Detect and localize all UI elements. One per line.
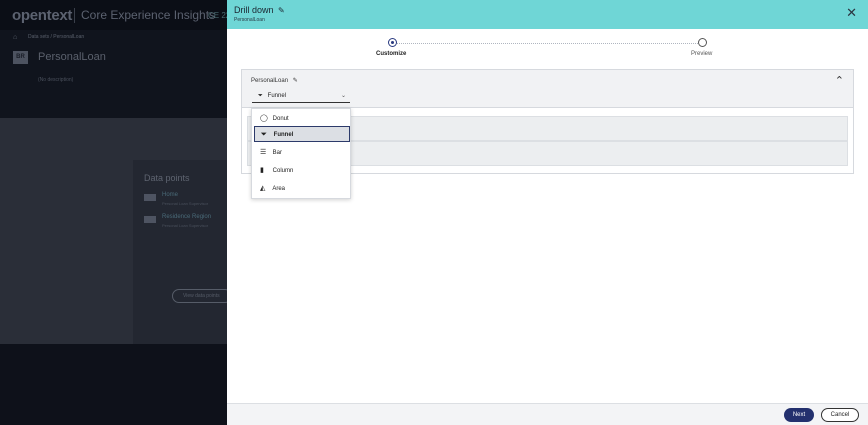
dataset-title: PersonalLoan (38, 51, 106, 63)
product-name: Core Experience Insights (81, 8, 216, 22)
step-customize-dot[interactable] (388, 38, 397, 47)
step-customize-label[interactable]: Customize (376, 51, 406, 57)
chart-type-dropdown: ◯ Donut ⏷ Funnel ☰ Bar ▮ Column ◭ Area (251, 108, 351, 199)
data-point-name[interactable]: Home (162, 192, 178, 198)
drawer-footer: Next Cancel (227, 403, 868, 425)
funnel-icon: ⏷ (258, 93, 263, 99)
chart-type-value: Funnel (267, 93, 287, 99)
option-label: Area (272, 186, 286, 192)
close-icon[interactable]: ✕ (846, 6, 857, 19)
data-points-card (133, 160, 227, 344)
panel-header: PersonalLoan ✎ ⌃ ⏷ Funnel ⌄ (242, 70, 853, 108)
bar-chart-icon: ☰ (260, 149, 267, 156)
chart-type-select[interactable]: ⏷ Funnel ⌄ (252, 90, 350, 103)
drill-down-drawer: Drill down ✎ PersonalLoan ✕ Customize Pr… (227, 0, 868, 425)
chevron-up-icon[interactable]: ⌃ (835, 74, 844, 87)
dropdown-option-area[interactable]: ◭ Area (254, 180, 350, 196)
breadcrumb[interactable]: Data sets / PersonalLoan (28, 34, 84, 40)
option-label: Column (272, 168, 294, 174)
data-point-name[interactable]: Residence Region (162, 214, 211, 220)
dropdown-option-donut[interactable]: ◯ Donut (254, 110, 350, 126)
dropdown-option-funnel[interactable]: ⏷ Funnel (254, 126, 350, 142)
drawer-subtitle: PersonalLoan (234, 17, 265, 23)
dataset-tile-icon: BR (13, 51, 28, 64)
home-icon[interactable]: ⌂ (13, 34, 17, 41)
data-point-sub: Personal Loan Supervisor (162, 201, 209, 206)
dropdown-option-column[interactable]: ▮ Column (254, 162, 350, 178)
stepper-line (395, 43, 700, 44)
header-divider (74, 8, 75, 23)
option-label: Funnel (273, 132, 294, 138)
cancel-button[interactable]: Cancel (821, 408, 859, 422)
option-label: Bar (272, 150, 283, 156)
funnel-icon: ⏷ (261, 131, 267, 138)
data-point-sub: Personal Loan Supervisor (162, 223, 209, 228)
data-point-icon (144, 216, 156, 223)
panel-name: PersonalLoan (251, 78, 289, 84)
data-point-icon (144, 194, 156, 201)
drawer-title: Drill down (234, 5, 274, 15)
drawer-header: Drill down ✎ PersonalLoan ✕ (227, 0, 868, 29)
next-button[interactable]: Next (784, 408, 814, 422)
option-label: Donut (272, 116, 289, 122)
donut-icon: ◯ (260, 115, 268, 122)
column-chart-icon: ▮ (260, 167, 264, 174)
pencil-icon[interactable]: ✎ (278, 6, 285, 15)
chevron-down-icon: ⌄ (340, 93, 346, 99)
dataset-description: (No description) (38, 77, 74, 83)
pencil-icon[interactable]: ✎ (293, 78, 298, 84)
panel-name-row: PersonalLoan ✎ (251, 77, 298, 84)
step-preview-dot[interactable] (698, 38, 707, 47)
step-preview-label[interactable]: Preview (691, 51, 712, 57)
data-points-title: Data points (144, 173, 190, 183)
dropdown-option-bar[interactable]: ☰ Bar (254, 144, 350, 160)
view-data-points-button[interactable]: View data points (172, 289, 232, 303)
drawer-title-row: Drill down ✎ (234, 5, 285, 15)
area-chart-icon: ◭ (260, 185, 266, 192)
opentext-logo: opentext (12, 7, 73, 24)
